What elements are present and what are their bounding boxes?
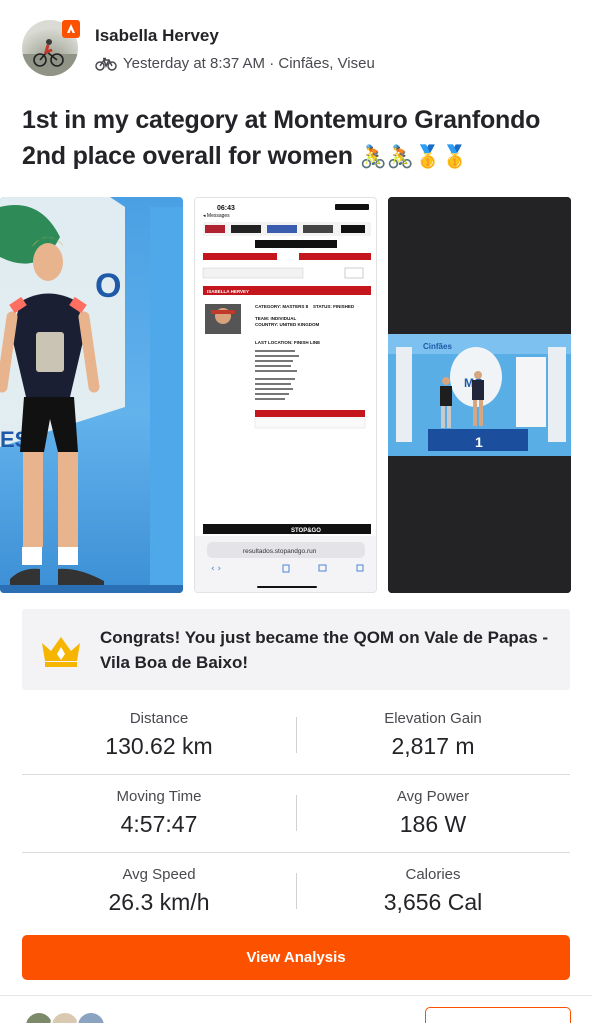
title-line-2-text: 2nd place overall for women	[22, 142, 353, 170]
activity-header: Isabella Hervey Yesterday at 8:37 AM · C…	[22, 20, 572, 82]
photo-podium-ceremony[interactable]: Cinfães MO 1	[388, 197, 571, 593]
status-back: ◂ Messages	[203, 213, 230, 219]
stat-avg-power: Avg Power 186 W	[296, 775, 570, 838]
stats-row: Avg Speed 26.3 km/h Calories 3,656 Cal	[22, 853, 570, 931]
bike-icon	[95, 57, 117, 71]
activity-date-location: Yesterday at 8:37 AM · Cinfães, Viseu	[123, 55, 375, 72]
results-url: resultados.stopandgo.run	[243, 548, 317, 555]
results-screenshot-icon: 06:43 ◂ Messages ISABELLA HERVEY CATEGOR…	[195, 198, 376, 592]
kudos-avatars[interactable]	[24, 1011, 124, 1023]
stat-value: 2,817 m	[391, 733, 475, 759]
view-analysis-button[interactable]: View Analysis	[22, 935, 570, 980]
results-team: TEAM: INDIVIDUAL	[255, 316, 296, 321]
svg-text:1: 1	[475, 434, 483, 450]
stat-label: Elevation Gain	[384, 710, 482, 727]
photo-gallery: O ES 06:43 ◂ Messages ISABELLA HERVEY CA…	[0, 197, 592, 593]
activity-stats: Distance 130.62 km Elevation Gain 2,817 …	[22, 697, 570, 931]
svg-text:‹ ›: ‹ ›	[211, 564, 221, 574]
crown-icon	[42, 637, 80, 667]
activity-title[interactable]: 1st in my category at Montemuro Granfond…	[22, 102, 582, 175]
stat-value: 3,656 Cal	[383, 889, 483, 915]
stats-row: Moving Time 4:57:47 Avg Power 186 W	[22, 775, 570, 853]
section-divider	[0, 995, 592, 996]
stat-label: Moving Time	[116, 788, 202, 805]
results-brand: STOP&GO	[291, 528, 321, 534]
results-last-location: LAST LOCATION: FINISH LINE	[255, 340, 320, 345]
photo-podium-athlete[interactable]: O ES	[0, 197, 183, 593]
results-athlete-name: ISABELLA HERVEY	[207, 289, 249, 294]
status-time: 06:43	[217, 205, 235, 212]
stat-distance: Distance 130.62 km	[22, 697, 296, 760]
results-status: STATUS: FINISHED	[313, 304, 355, 309]
podium-athlete-icon: O ES	[0, 197, 183, 593]
stat-label: Avg Power	[396, 788, 470, 805]
photo-results-screenshot[interactable]: 06:43 ◂ Messages ISABELLA HERVEY CATEGOR…	[194, 197, 377, 593]
qom-achievement-card[interactable]: Congrats! You just became the QOM on Val…	[22, 609, 570, 690]
strava-logo-icon	[62, 20, 80, 38]
author-name[interactable]: Isabella Hervey	[95, 26, 219, 46]
title-emojis: 🚴🚴🥇🥇	[359, 144, 469, 169]
svg-text:Cinfães: Cinfães	[423, 342, 452, 351]
avatar	[76, 1011, 106, 1023]
title-line-1: 1st in my category at Montemuro Granfond…	[22, 106, 541, 134]
stat-avg-speed: Avg Speed 26.3 km/h	[22, 853, 296, 916]
stat-value: 26.3 km/h	[108, 889, 210, 915]
results-country: COUNTRY: UNITED KINGDOM	[255, 322, 319, 327]
stat-value: 130.62 km	[105, 733, 213, 759]
stat-value: 4:57:47	[120, 811, 198, 837]
podium-ceremony-icon: Cinfães MO 1	[388, 197, 571, 593]
kudos-button[interactable]	[425, 1007, 571, 1023]
stat-elevation-gain: Elevation Gain 2,817 m	[296, 697, 570, 760]
qom-message: Congrats! You just became the QOM on Val…	[100, 628, 549, 672]
stat-calories: Calories 3,656 Cal	[296, 853, 570, 916]
activity-meta: Yesterday at 8:37 AM · Cinfães, Viseu	[95, 55, 375, 72]
stat-label: Distance	[129, 710, 189, 727]
stats-row: Distance 130.62 km Elevation Gain 2,817 …	[22, 697, 570, 775]
stat-value: 186 W	[399, 811, 467, 837]
stat-moving-time: Moving Time 4:57:47	[22, 775, 296, 838]
title-line-2: 2nd place overall for women 🚴🚴🥇🥇	[22, 138, 582, 175]
stat-label: Calories	[405, 866, 461, 883]
svg-text:O: O	[95, 267, 121, 305]
stat-label: Avg Speed	[122, 866, 196, 883]
results-category: CATEGORY: MASTERS 8	[255, 304, 309, 309]
